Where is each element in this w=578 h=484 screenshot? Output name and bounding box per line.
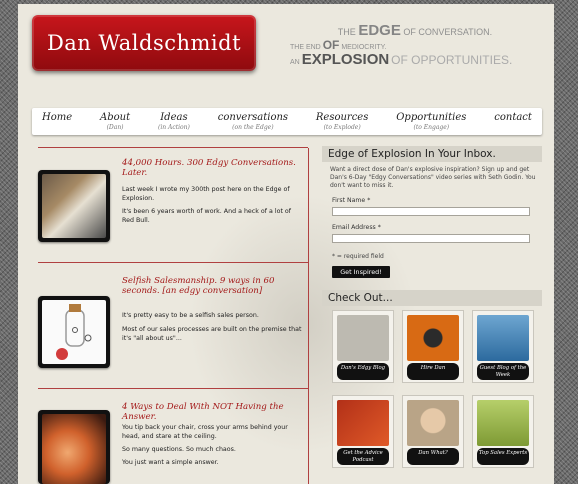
post-item: 4 Ways to Deal With NOT Having the Answe…	[38, 398, 308, 484]
post-item: 44,000 Hours. 300 Edgy Conversations. La…	[38, 156, 308, 256]
page: Dan Waldschmidt THE EDGE OF CONVERSATION…	[18, 4, 554, 484]
check-out-tile[interactable]: Get the Advice Podcast	[332, 395, 394, 468]
nav-conversations[interactable]: conversations (on the Edge)	[218, 108, 288, 135]
post-excerpt: Last week I wrote my 300th post here on …	[122, 186, 290, 202]
nav-home[interactable]: Home	[42, 108, 72, 135]
post-thumbnail[interactable]	[38, 170, 110, 242]
email-field[interactable]	[332, 234, 530, 243]
post-excerpt: It's pretty easy to be a selfish sales p…	[122, 312, 259, 319]
newsletter-intro: Want a direct dose of Dan's explosive in…	[330, 166, 536, 189]
newsletter-heading: Edge of Explosion In Your Inbox.	[322, 146, 542, 162]
nav-resources[interactable]: Resources (to Explode)	[316, 108, 368, 135]
column-divider	[308, 148, 309, 484]
ear-photo-icon	[42, 414, 106, 484]
keyboard-hands-icon	[477, 315, 529, 361]
edge-of-explosion-logo-icon	[337, 315, 389, 361]
nav-ideas[interactable]: Ideas (in Action)	[158, 108, 190, 135]
tile-caption: Dan's Edgy Blog	[337, 363, 389, 380]
post-title[interactable]: 44,000 Hours. 300 Edgy Conversations. La…	[122, 158, 302, 178]
site-tagline: THE EDGE OF CONVERSATION. THE END OF MED…	[290, 22, 513, 68]
tile-caption: Hire Dan	[407, 363, 459, 380]
dan-face-icon	[407, 400, 459, 446]
first-name-field[interactable]	[332, 207, 530, 216]
post-excerpt: You tip back your chair, cross your arms…	[122, 424, 288, 440]
required-note: * = required field	[332, 253, 384, 260]
check-out-tile[interactable]: Top Sales Experts	[472, 395, 534, 468]
nav-about[interactable]: About (Dan)	[100, 108, 130, 135]
orange-phone-icon	[407, 315, 459, 361]
post-excerpt: It's been 6 years worth of work. And a h…	[122, 208, 291, 224]
post-divider	[38, 262, 308, 263]
post-item: Selfish Salesmanship. 9 ways in 60 secon…	[38, 272, 308, 382]
tile-caption: Guest Blog of the Week	[477, 363, 529, 380]
main-nav: Home About (Dan) Ideas (in Action) convers…	[32, 108, 542, 135]
get-inspired-button[interactable]: Get Inspired!	[332, 266, 390, 278]
check-out-tile[interactable]: Dan What?	[402, 395, 464, 468]
nav-opportunities[interactable]: Opportunities (to Engage)	[396, 108, 466, 135]
post-divider	[38, 388, 308, 389]
check-out-tile[interactable]: Guest Blog of the Week	[472, 310, 534, 383]
post-excerpt: So many questions. So much chaos.	[122, 446, 236, 453]
tile-caption: Get the Advice Podcast	[337, 448, 389, 465]
site-logo[interactable]: Dan Waldschmidt	[32, 15, 256, 71]
desk-photo-icon	[42, 174, 106, 238]
first-name-label: First Name *	[332, 197, 371, 204]
tile-caption: Top Sales Experts	[477, 448, 529, 465]
check-out-tile[interactable]: Hire Dan	[402, 310, 464, 383]
post-excerpt: You just want a simple answer.	[122, 459, 219, 466]
nav-contact[interactable]: contact	[494, 108, 532, 135]
tile-caption: Dan What?	[407, 448, 459, 465]
post-divider	[38, 147, 308, 148]
get-the-advice-icon	[337, 400, 389, 446]
post-thumbnail[interactable]	[38, 410, 110, 484]
expert-advice-icon	[477, 400, 529, 446]
post-title[interactable]: 4 Ways to Deal With NOT Having the Answe…	[122, 402, 302, 422]
email-label: Email Address *	[332, 224, 381, 231]
post-thumbnail[interactable]	[38, 296, 110, 368]
check-out-heading: Check Out...	[322, 290, 542, 306]
bottle-illustration-icon	[42, 300, 106, 364]
post-excerpt: Most of our sales processes are built on…	[122, 326, 302, 342]
check-out-tile[interactable]: Dan's Edgy Blog	[332, 310, 394, 383]
post-title[interactable]: Selfish Salesmanship. 9 ways in 60 secon…	[122, 276, 302, 296]
